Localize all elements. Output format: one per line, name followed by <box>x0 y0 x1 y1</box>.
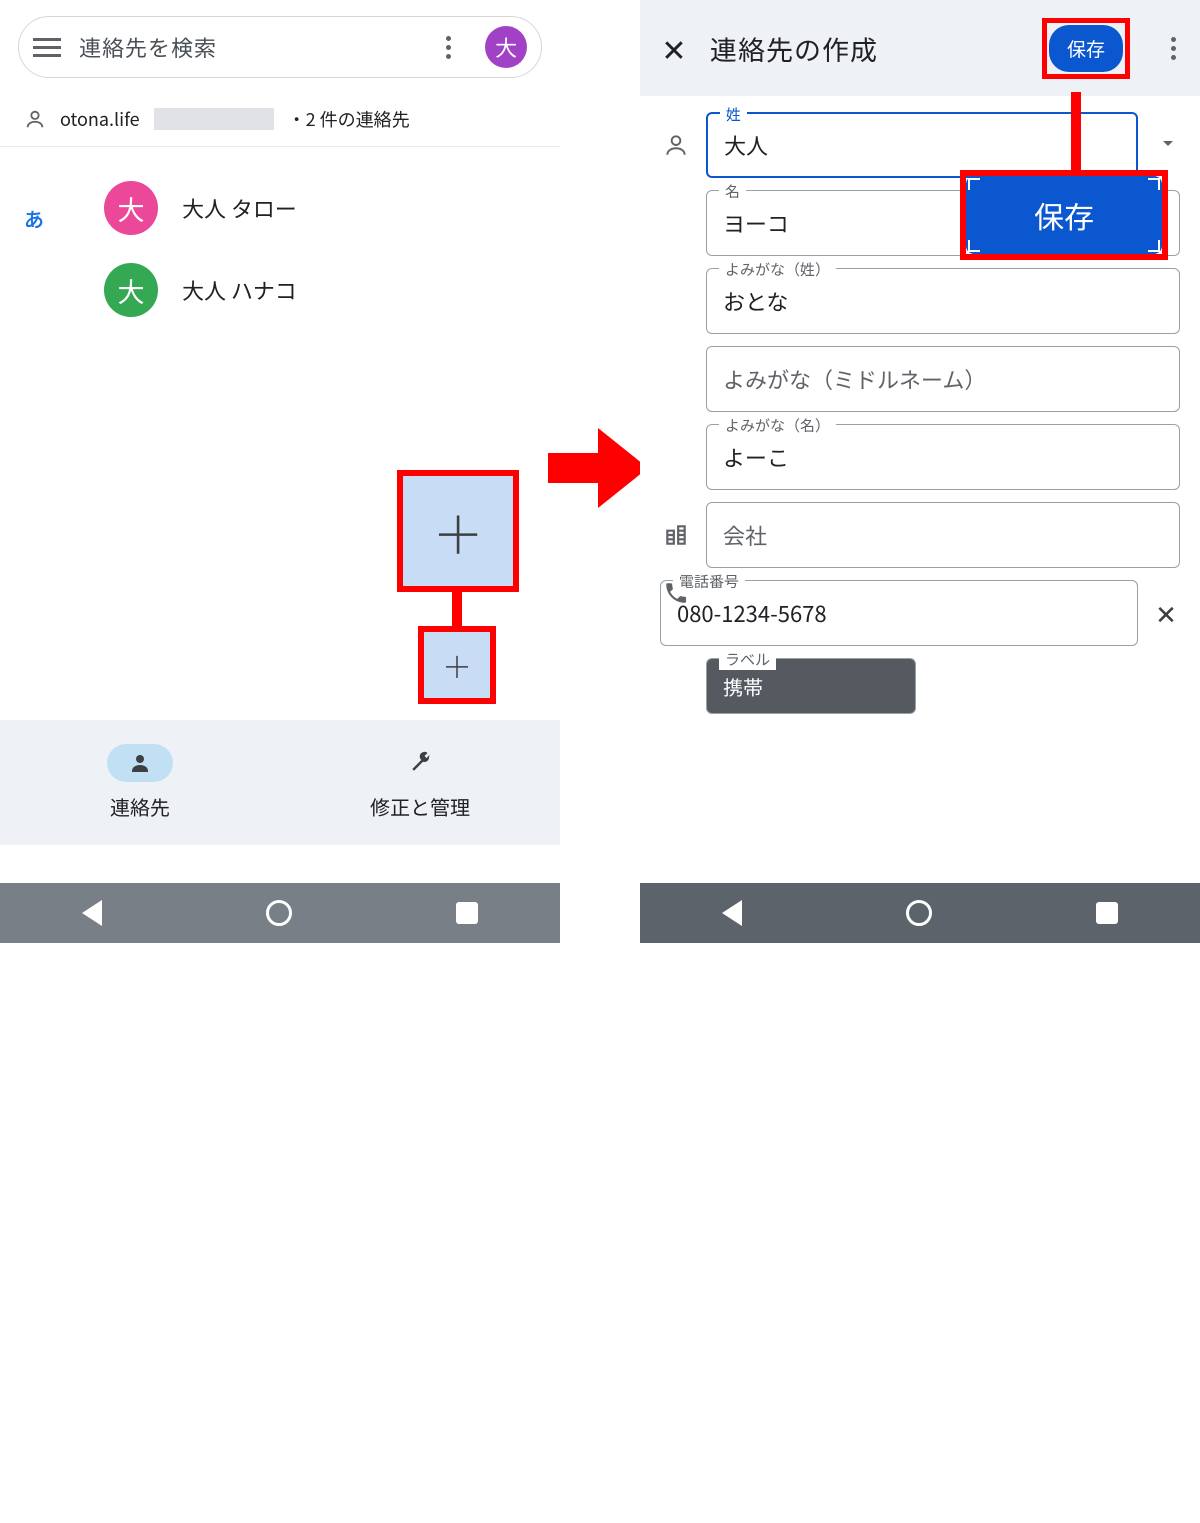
phone-type-select[interactable]: ラベル 携帯 <box>706 658 916 714</box>
field-value: 携帯 <box>723 672 763 701</box>
account-count: ・2 件の連絡先 <box>288 106 410 132</box>
field-label: 姓 <box>720 104 747 125</box>
more-icon[interactable] <box>437 36 459 59</box>
wrench-icon <box>387 744 453 782</box>
field-value: 080-1234-5678 <box>677 597 827 629</box>
contact-name: 大人 タロー <box>182 192 297 224</box>
android-navbar <box>0 883 560 943</box>
tab-label: 連絡先 <box>110 792 170 821</box>
contact-avatar: 大 <box>104 263 158 317</box>
contact-row[interactable]: 大 大人 ハナコ <box>0 249 560 331</box>
search-placeholder: 連絡先を検索 <box>79 31 419 63</box>
phonetic-middlename-field[interactable]: よみがな（ミドルネーム） <box>706 346 1180 412</box>
account-name: otona.life <box>60 106 140 132</box>
field-value: おとな <box>723 285 788 317</box>
plus-icon: ＋ <box>442 643 472 687</box>
phone-icon <box>660 580 692 1523</box>
save-callout: 保存 <box>960 170 1168 260</box>
contact-list: あ 大 大人 タロー 大 大人 ハナコ <box>0 147 560 331</box>
nav-home-icon[interactable] <box>266 900 292 926</box>
field-placeholder: よみがな（ミドルネーム） <box>723 363 986 395</box>
page-title: 連絡先の作成 <box>710 29 1024 68</box>
person-icon <box>24 108 46 130</box>
account-masked <box>154 108 274 130</box>
tab-manage[interactable]: 修正と管理 <box>280 720 560 845</box>
save-callout-label: 保存 <box>1034 193 1094 237</box>
building-icon <box>660 522 692 548</box>
clear-phone-icon[interactable]: ✕ <box>1152 595 1180 632</box>
plus-icon: ＋ <box>432 494 484 569</box>
field-label: 名 <box>719 181 746 202</box>
expand-name-icon[interactable] <box>1156 131 1180 160</box>
field-placeholder: 会社 <box>723 519 767 551</box>
contacts-list-screen: 連絡先を検索 大 otona.life ・2 件の連絡先 あ 大 大人 タロー … <box>0 0 560 943</box>
search-bar[interactable]: 連絡先を検索 大 <box>18 16 542 78</box>
callout-connector <box>1071 92 1081 170</box>
menu-icon[interactable] <box>33 38 61 57</box>
field-label: ラベル <box>719 649 776 670</box>
bottom-tabbar: 連絡先 修正と管理 <box>0 720 560 845</box>
profile-avatar[interactable]: 大 <box>485 26 527 68</box>
nav-home-icon[interactable] <box>906 900 932 926</box>
contact-name: 大人 ハナコ <box>182 274 297 306</box>
nav-back-icon[interactable] <box>722 900 742 926</box>
account-row[interactable]: otona.life ・2 件の連絡先 <box>0 88 560 147</box>
phone-field[interactable]: 電話番号 080-1234-5678 <box>660 580 1138 646</box>
person-icon <box>660 132 692 158</box>
nav-recent-icon[interactable] <box>456 902 478 924</box>
field-label: よみがな（名） <box>719 415 836 436</box>
field-label: 電話番号 <box>673 571 745 592</box>
field-label: よみがな（姓） <box>719 259 836 280</box>
create-contact-screen: ✕ 連絡先の作成 保存 保存 姓 大人 名 <box>640 0 1200 943</box>
phonetic-firstname-field[interactable]: よみがな（名） よーこ <box>706 424 1180 490</box>
field-value: ヨーコ <box>723 207 789 239</box>
save-button-highlight: 保存 <box>1042 18 1130 79</box>
android-navbar <box>640 883 1200 943</box>
contact-row[interactable]: 大 大人 タロー <box>0 167 560 249</box>
nav-back-icon[interactable] <box>82 900 102 926</box>
contact-avatar: 大 <box>104 181 158 235</box>
fab-add-callout-large[interactable]: ＋ <box>397 470 519 592</box>
company-field[interactable]: 会社 <box>706 502 1180 568</box>
save-button[interactable]: 保存 <box>1049 25 1123 72</box>
section-letter: あ <box>24 204 44 233</box>
phonetic-lastname-field[interactable]: よみがな（姓） おとな <box>706 268 1180 334</box>
more-icon[interactable] <box>1162 37 1184 60</box>
tab-contacts[interactable]: 連絡先 <box>0 720 280 845</box>
arrow-right-icon <box>548 418 648 518</box>
field-value: 大人 <box>724 129 768 161</box>
create-header: ✕ 連絡先の作成 保存 <box>640 0 1200 96</box>
person-icon <box>107 744 173 782</box>
tab-label: 修正と管理 <box>370 792 470 821</box>
close-icon[interactable]: ✕ <box>656 26 692 70</box>
field-value: よーこ <box>723 441 789 473</box>
nav-recent-icon[interactable] <box>1096 902 1118 924</box>
fab-add-button[interactable]: ＋ <box>418 626 496 704</box>
